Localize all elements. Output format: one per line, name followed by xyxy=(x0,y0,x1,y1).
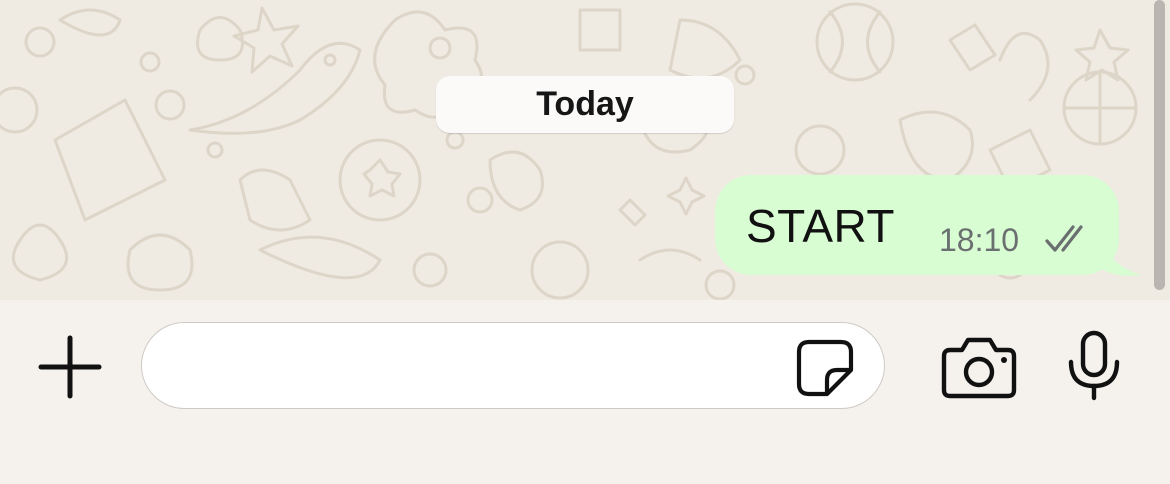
message-timestamp: 18:10 xyxy=(939,222,1020,258)
chat-scrollbar[interactable] xyxy=(1154,0,1165,290)
camera-icon[interactable] xyxy=(940,336,1018,400)
sticker-icon[interactable] xyxy=(795,338,855,398)
plus-icon[interactable] xyxy=(37,334,103,400)
chat-area: Today START 18:10 xyxy=(0,0,1170,300)
message-input[interactable] xyxy=(141,322,885,409)
message-text: START xyxy=(746,200,896,252)
double-check-icon xyxy=(1045,225,1083,252)
microphone-icon[interactable] xyxy=(1066,330,1122,402)
date-separator: Today xyxy=(436,76,734,133)
outgoing-message-bubble[interactable]: START 18:10 xyxy=(715,175,1119,275)
